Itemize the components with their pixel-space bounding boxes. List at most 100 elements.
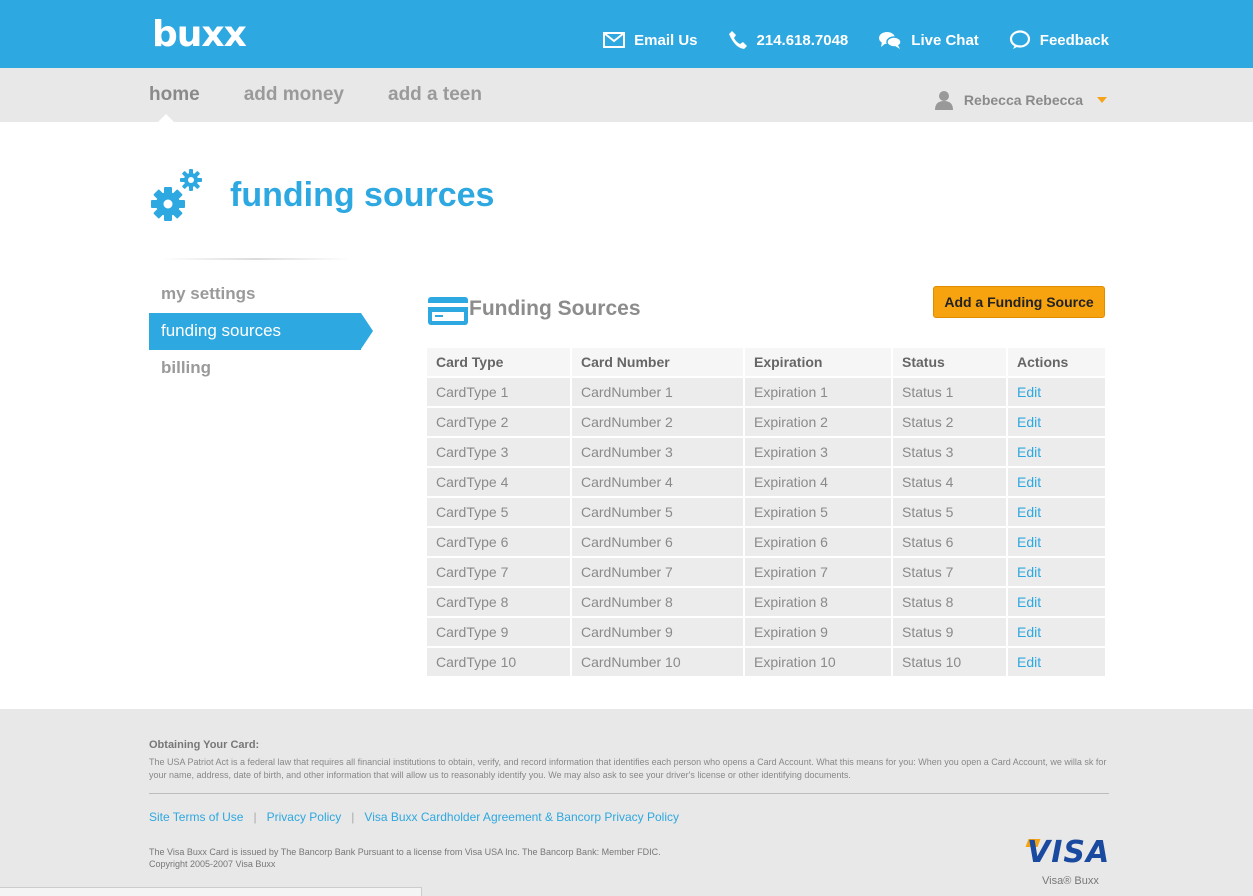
nav-item-home[interactable]: home: [149, 84, 200, 106]
main-nav: home add money add a teen: [149, 84, 482, 106]
expiration-cell: Expiration 5: [745, 498, 891, 526]
status-cell: Status 4: [893, 468, 1006, 496]
live-chat-link[interactable]: Live Chat: [878, 30, 979, 50]
phone-label: 214.618.7048: [756, 31, 849, 49]
edit-link[interactable]: Edit: [1008, 648, 1105, 676]
card-number-cell: CardNumber 6: [572, 528, 743, 556]
expiration-cell: Expiration 10: [745, 648, 891, 676]
page-title: funding sources: [230, 176, 495, 214]
sidebar-item-my-settings[interactable]: my settings: [149, 276, 373, 313]
card-number-cell: CardNumber 2: [572, 408, 743, 436]
top-header: buxx Email Us 214.618.7048 Live Chat Fee…: [0, 0, 1253, 68]
expiration-cell: Expiration 2: [745, 408, 891, 436]
card-type-cell: CardType 10: [427, 648, 570, 676]
status-cell: Status 9: [893, 618, 1006, 646]
table-row: CardType 4 CardNumber 4 Expiration 4 Sta…: [427, 468, 1105, 496]
edit-link[interactable]: Edit: [1008, 378, 1105, 406]
card-type-cell: CardType 2: [427, 408, 570, 436]
header-links: Email Us 214.618.7048 Live Chat Feedback: [603, 30, 1109, 50]
feedback-link[interactable]: Feedback: [1009, 30, 1109, 50]
card-type-cell: CardType 1: [427, 378, 570, 406]
speech-bubble-icon: [1009, 30, 1030, 49]
table-row: CardType 1 CardNumber 1 Expiration 1 Sta…: [427, 378, 1105, 406]
legal-line: The Visa Buxx Card is issued by The Banc…: [149, 847, 661, 857]
expiration-cell: Expiration 1: [745, 378, 891, 406]
table-row: CardType 7 CardNumber 7 Expiration 7 Sta…: [427, 558, 1105, 586]
table-row: CardType 10 CardNumber 10 Expiration 10 …: [427, 648, 1105, 676]
expiration-cell: Expiration 7: [745, 558, 891, 586]
browser-status-bar: [0, 887, 422, 896]
chat-bubbles-icon: [879, 32, 903, 49]
status-cell: Status 6: [893, 528, 1006, 556]
card-type-cell: CardType 3: [427, 438, 570, 466]
chevron-down-icon: [1097, 97, 1107, 103]
phone-link[interactable]: 214.618.7048: [728, 30, 849, 50]
footer-disclaimer: The USA Patriot Act is a federal law tha…: [149, 757, 1107, 780]
funding-sources-table: Card Type Card Number Expiration Status …: [425, 346, 1107, 678]
cardholder-agreement-link[interactable]: Visa Buxx Cardholder Agreement & Bancorp…: [364, 810, 679, 824]
edit-link[interactable]: Edit: [1008, 558, 1105, 586]
user-menu[interactable]: Rebecca Rebecca: [934, 90, 1107, 110]
status-cell: Status 8: [893, 588, 1006, 616]
buxx-logo[interactable]: buxx: [152, 14, 247, 55]
live-chat-label: Live Chat: [911, 31, 979, 49]
status-cell: Status 1: [893, 378, 1006, 406]
edit-link[interactable]: Edit: [1008, 588, 1105, 616]
card-number-cell: CardNumber 4: [572, 468, 743, 496]
card-number-cell: CardNumber 8: [572, 588, 743, 616]
table-row: CardType 2 CardNumber 2 Expiration 2 Sta…: [427, 408, 1105, 436]
table-row: CardType 5 CardNumber 5 Expiration 5 Sta…: [427, 498, 1105, 526]
email-us-link[interactable]: Email Us: [603, 31, 698, 49]
section-title: Funding Sources: [469, 297, 641, 320]
title-divider: [160, 258, 352, 260]
email-us-label: Email Us: [634, 31, 698, 49]
user-avatar-icon: [934, 91, 953, 110]
card-type-cell: CardType 7: [427, 558, 570, 586]
add-funding-source-button[interactable]: Add a Funding Source: [933, 286, 1105, 318]
envelope-icon: [603, 32, 626, 48]
expiration-cell: Expiration 4: [745, 468, 891, 496]
table-row: CardType 6 CardNumber 6 Expiration 6 Sta…: [427, 528, 1105, 556]
sidebar-item-billing[interactable]: billing: [149, 350, 373, 387]
card-type-cell: CardType 4: [427, 468, 570, 496]
nav-item-add-money[interactable]: add money: [244, 84, 344, 106]
edit-link[interactable]: Edit: [1008, 408, 1105, 436]
table-row: CardType 3 CardNumber 3 Expiration 3 Sta…: [427, 438, 1105, 466]
main-nav-bar: home add money add a teen Rebecca Rebecc…: [0, 68, 1253, 122]
status-cell: Status 7: [893, 558, 1006, 586]
credit-card-icon: [427, 296, 469, 331]
nav-item-add-a-teen[interactable]: add a teen: [388, 84, 482, 106]
sidebar-item-funding-sources[interactable]: funding sources: [149, 313, 373, 350]
copyright-line: Copyright 2005-2007 Visa Buxx: [149, 859, 276, 869]
column-header: Card Type: [427, 348, 570, 376]
footer-links: Site Terms of Use | Privacy Policy | Vis…: [149, 810, 679, 824]
status-cell: Status 3: [893, 438, 1006, 466]
card-number-cell: CardNumber 9: [572, 618, 743, 646]
gears-icon: [148, 168, 206, 231]
edit-link[interactable]: Edit: [1008, 468, 1105, 496]
user-name: Rebecca Rebecca: [963, 92, 1083, 108]
edit-link[interactable]: Edit: [1008, 438, 1105, 466]
site-terms-link[interactable]: Site Terms of Use: [149, 810, 243, 824]
footer-divider: [149, 793, 1109, 794]
card-number-cell: CardNumber 3: [572, 438, 743, 466]
edit-link[interactable]: Edit: [1008, 618, 1105, 646]
nav-active-pointer: [158, 114, 174, 122]
settings-sidebar: my settings funding sources billing: [149, 276, 373, 387]
status-cell: Status 5: [893, 498, 1006, 526]
card-number-cell: CardNumber 10: [572, 648, 743, 676]
privacy-policy-link[interactable]: Privacy Policy: [267, 810, 342, 824]
card-number-cell: CardNumber 7: [572, 558, 743, 586]
card-number-cell: CardNumber 5: [572, 498, 743, 526]
feedback-label: Feedback: [1039, 31, 1109, 49]
column-header: Expiration: [745, 348, 891, 376]
card-type-cell: CardType 8: [427, 588, 570, 616]
edit-link[interactable]: Edit: [1008, 498, 1105, 526]
column-header: Card Number: [572, 348, 743, 376]
card-number-cell: CardNumber 1: [572, 378, 743, 406]
edit-link[interactable]: Edit: [1008, 528, 1105, 556]
status-cell: Status 10: [893, 648, 1006, 676]
table-row: CardType 9 CardNumber 9 Expiration 9 Sta…: [427, 618, 1105, 646]
column-header: Actions: [1008, 348, 1105, 376]
phone-icon: [728, 31, 747, 49]
